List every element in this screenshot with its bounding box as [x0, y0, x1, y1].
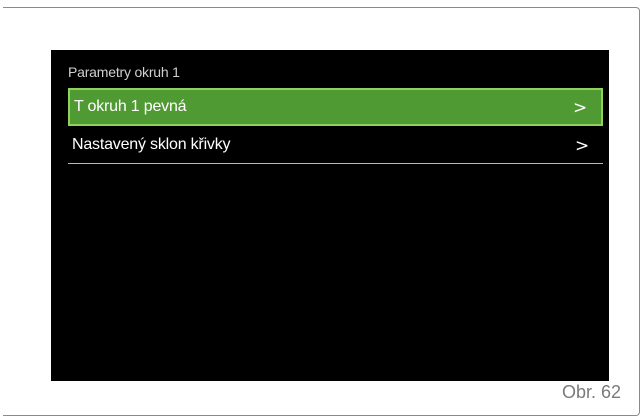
menu-item-label: T okruh 1 pevná [74, 98, 187, 115]
chevron-right-icon: > [572, 98, 587, 118]
chevron-right-icon: > [574, 136, 589, 156]
menu-item-nastaveny-sklon-krivky[interactable]: Nastavený sklon křivky > [68, 128, 603, 164]
figure-frame: Parametry okruh 1 T okruh 1 pevná > Nast… [3, 7, 640, 416]
section-title: Parametry okruh 1 [68, 64, 180, 80]
menu-item-label: Nastavený sklon křivky [72, 136, 231, 153]
menu-item-t-okruh-1-pevna[interactable]: T okruh 1 pevná > [68, 88, 603, 126]
device-screen: Parametry okruh 1 T okruh 1 pevná > Nast… [51, 50, 609, 381]
figure-caption: Obr. 62 [561, 382, 621, 402]
